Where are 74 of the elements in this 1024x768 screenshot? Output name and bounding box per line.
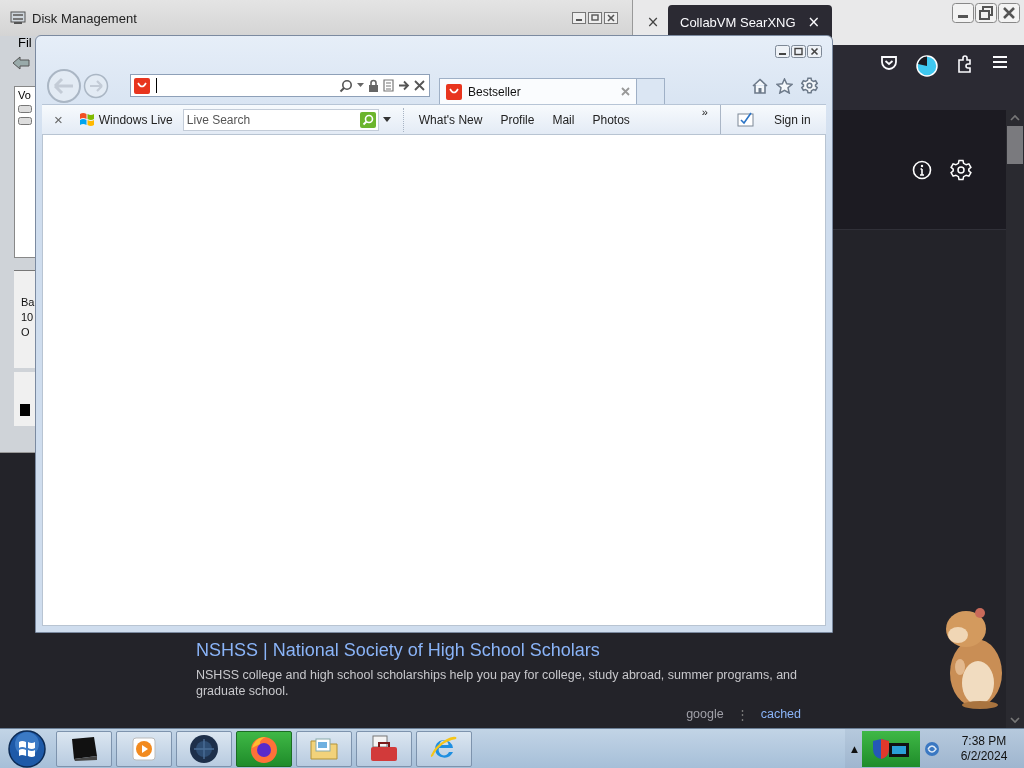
start-button[interactable] — [8, 729, 46, 768]
scroll-up-icon[interactable] — [1010, 114, 1020, 122]
go-arrow-icon[interactable] — [398, 80, 410, 91]
close-icon[interactable] — [621, 87, 630, 96]
taskbar-button[interactable] — [56, 730, 112, 767]
menu-icon[interactable] — [992, 55, 1008, 69]
network-icon[interactable] — [924, 739, 940, 758]
info-icon[interactable] — [912, 159, 932, 180]
disk-management-icon — [10, 11, 26, 25]
stop-icon[interactable] — [414, 80, 425, 91]
shopping-bag-icon — [134, 77, 150, 94]
home-icon[interactable] — [752, 77, 768, 94]
lock-icon[interactable] — [368, 79, 379, 92]
maximize-button[interactable] — [791, 45, 806, 58]
address-field[interactable] — [130, 74, 430, 97]
folder-icon — [309, 736, 339, 761]
dropdown-icon[interactable] — [357, 83, 364, 88]
legend-swatch — [20, 404, 30, 416]
back-icon[interactable] — [12, 56, 30, 70]
checkbox-icon[interactable] — [736, 112, 754, 127]
close-button[interactable] — [604, 12, 618, 24]
result-description: NSHSS college and high school scholarships help you pay for college, study abroad, summer programs, and graduate school. — [196, 667, 799, 699]
windows-flag-icon — [78, 112, 95, 127]
scroll-down-icon[interactable] — [1010, 716, 1020, 724]
result-link[interactable]: NSHSS | National Society of High School Scholars — [196, 640, 801, 661]
tray-app-button[interactable] — [862, 730, 920, 767]
scrollbar[interactable] — [1006, 110, 1024, 728]
clock-time: 7:38 PM — [961, 733, 1007, 749]
minimize-button[interactable] — [572, 12, 586, 24]
toolbar-link[interactable]: Photos — [592, 112, 630, 127]
monitor-icon — [69, 735, 99, 762]
cached-link[interactable]: cached — [760, 707, 801, 722]
restore-button[interactable] — [975, 3, 997, 23]
shopping-bag-icon — [446, 83, 462, 100]
maximize-button[interactable] — [588, 12, 602, 24]
sign-in-link[interactable]: Sign in — [773, 112, 811, 127]
disk-info-text: O — [21, 325, 30, 340]
browser-tab[interactable]: Bestseller — [439, 78, 637, 104]
favorites-star-icon[interactable] — [776, 77, 793, 94]
toolbar-link[interactable]: Profile — [500, 112, 535, 127]
pocket-icon[interactable] — [880, 55, 898, 71]
extensions-icon[interactable] — [956, 55, 974, 73]
separator-dots: ⋮ — [735, 707, 749, 722]
timer-icon[interactable] — [916, 55, 938, 77]
clock-date: 6/2/2024 — [960, 748, 1008, 764]
clock[interactable]: 7:38 PM 6/2/2024 — [944, 733, 1024, 764]
search-icon[interactable] — [339, 78, 353, 93]
drive-icon — [18, 105, 32, 113]
search-field[interactable]: Live Search — [182, 108, 379, 131]
toolbar-link[interactable]: What's New — [418, 112, 483, 127]
minimize-button[interactable] — [952, 3, 974, 23]
more-button[interactable]: » — [701, 106, 708, 118]
browser-tab[interactable]: × — [638, 5, 668, 39]
dropdown-icon[interactable] — [382, 116, 391, 123]
menu-item[interactable]: Fil — [18, 35, 32, 50]
windows-live-label[interactable]: Windows Live — [98, 112, 173, 127]
disk-info-text: 10 — [21, 310, 34, 325]
result-source: google — [686, 707, 724, 722]
toolbar-link[interactable]: Mail — [552, 112, 575, 127]
drive-icon — [18, 117, 32, 125]
compatibility-icon[interactable] — [383, 79, 394, 92]
disk-info-text: Ba — [21, 295, 35, 310]
globe-icon — [189, 733, 219, 764]
play-icon — [132, 736, 156, 761]
taskbar-button[interactable] — [176, 730, 232, 767]
close-toolbar-button[interactable]: × — [54, 111, 63, 128]
scroll-thumb[interactable] — [1007, 126, 1023, 164]
show-hidden-icons-button[interactable]: ▲ — [851, 743, 858, 754]
minimize-button[interactable] — [775, 45, 790, 58]
close-button[interactable] — [807, 45, 822, 58]
close-button[interactable] — [998, 3, 1020, 23]
toolbox-icon — [369, 734, 399, 763]
window-title: Disk Management — [32, 10, 137, 26]
column-header[interactable]: Vo — [18, 89, 31, 101]
